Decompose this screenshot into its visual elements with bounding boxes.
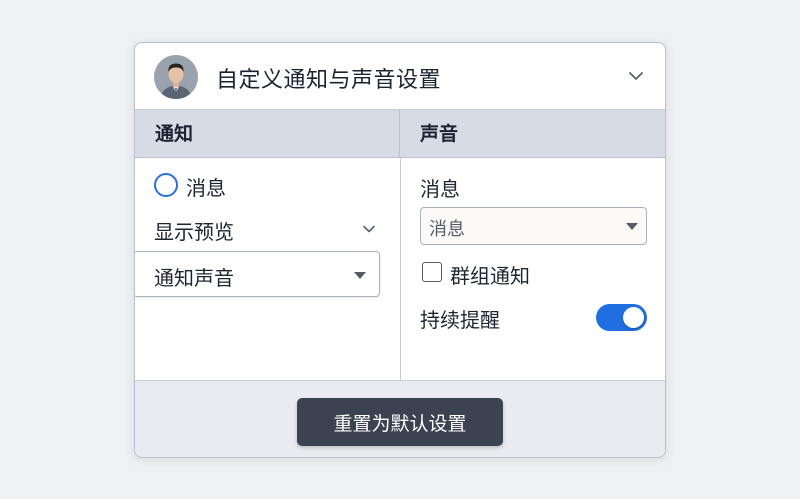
group-notification-checkbox[interactable] [422,262,442,282]
notification-sound-select[interactable]: 通知声音 [135,251,380,297]
show-preview-label[interactable]: 显示预览 [154,216,234,245]
message-sound-value: 消息 [429,219,465,240]
user-avatar-icon [154,55,198,99]
persistent-reminder-toggle[interactable] [596,304,647,331]
group-notification-label: 群组通知 [450,264,530,288]
page-title: 自定义通知与声音设置 [216,68,442,93]
panel-footer: 重置为默认设置 [135,380,665,457]
panel-header[interactable]: 自定义通知与声音设置 [135,43,665,110]
column-divider [400,158,401,380]
message-radio-label: 消息 [186,176,226,200]
sound-message-label: 消息 [420,177,460,201]
message-sound-select[interactable]: 消息 [420,207,647,245]
notification-sound-value: 通知声音 [154,266,234,290]
toggle-knob [623,307,644,328]
show-preview-chevron-icon[interactable] [361,221,377,237]
notifications-column-heading: 通知 [135,110,400,158]
notification-settings-panel: 自定义通知与声音设置 通知 声音 消息 显示预览 通知声音 消息 消息 群组通知… [134,42,666,458]
sound-column-heading: 声音 [400,110,665,158]
chevron-down-icon[interactable] [627,67,645,85]
persistent-reminder-label: 持续提醒 [420,308,500,332]
dropdown-arrow-icon [626,223,638,230]
reset-defaults-button[interactable]: 重置为默认设置 [297,398,503,446]
dropdown-arrow-icon [354,272,366,279]
avatar [154,55,198,99]
message-radio[interactable] [154,173,178,197]
